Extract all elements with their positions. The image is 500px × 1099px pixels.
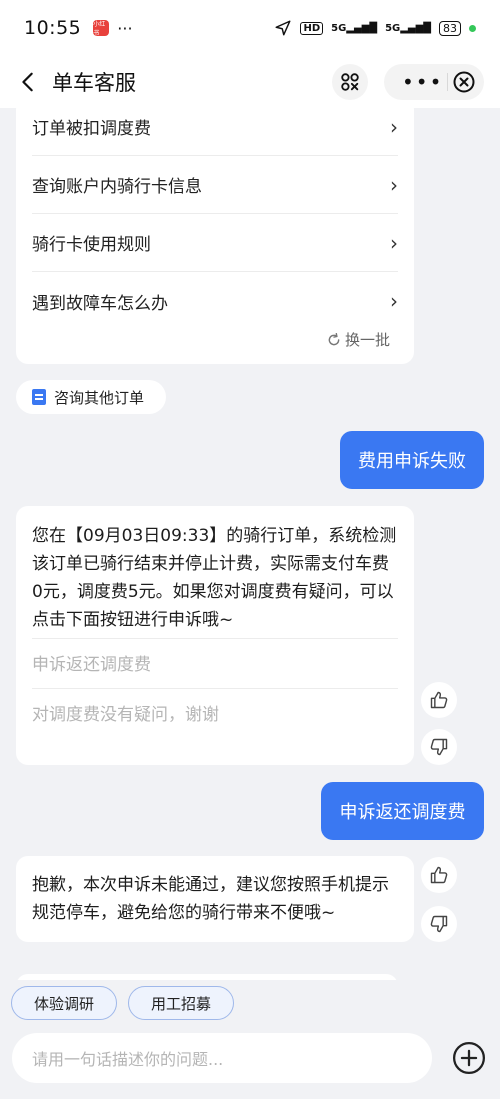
input-bar: 请用一句话描述你的问题... — [0, 1028, 500, 1099]
status-icons: HD 5G▂▄▆█ 5G▂▄▆█ 83 — [274, 19, 476, 37]
dislike-button[interactable] — [421, 729, 457, 765]
quick-reply-chip[interactable]: 用工招募 — [128, 986, 234, 1020]
page-title: 单车客服 — [52, 71, 136, 95]
faq-item[interactable]: 遇到故障车怎么办 › — [32, 272, 398, 330]
user-message: 申诉返还调度费 — [321, 782, 484, 840]
faq-item-label: 订单被扣调度费 — [32, 119, 151, 139]
user-message-text: 费用申诉失败 — [358, 451, 466, 472]
header-bar: 单车客服 ••• — [0, 56, 500, 108]
other-order-label: 咨询其他订单 — [54, 388, 145, 407]
back-button[interactable] — [4, 58, 52, 106]
faq-item-label: 遇到故障车怎么办 — [32, 293, 168, 314]
scan-icon — [341, 73, 359, 91]
refresh-icon — [328, 332, 340, 345]
option-label: 对调度费没有疑问，谢谢 — [32, 705, 219, 725]
scan-button[interactable] — [332, 64, 368, 100]
faq-item[interactable]: 骑行卡使用规则 › — [32, 214, 398, 272]
notification-dots: ··· — [117, 18, 133, 38]
close-icon[interactable] — [452, 70, 476, 94]
bot-message-text: 您在【09月03日09:33】的骑行订单，系统检测该订单已骑行结束并停止计费，实… — [32, 526, 397, 630]
refresh-button[interactable]: 换一批 — [327, 329, 390, 350]
status-time: 10:55 — [24, 17, 82, 39]
app-badge-icon: 小红书 — [93, 20, 110, 37]
chip-label: 体验调研 — [33, 994, 94, 1013]
bot-message-card: 抱歉，本次申诉未能通过，建议您按照手机提示规范停车，避免给您的骑行带来不便哦~ — [16, 856, 414, 942]
chevron-right-icon: › — [390, 172, 398, 197]
faq-item-label: 查询账户内骑行卡信息 — [32, 177, 202, 197]
quick-reply-bar: 体验调研 用工招募 — [0, 980, 500, 1028]
appeal-option-button[interactable]: 申诉返还调度费 — [32, 638, 398, 686]
plus-circle-icon — [452, 1041, 486, 1075]
chevron-right-icon: › — [390, 114, 398, 139]
like-button[interactable] — [421, 682, 457, 718]
other-order-button[interactable]: 咨询其他订单 — [16, 380, 166, 414]
bot-message-text: 抱歉，本次申诉未能通过，建议您按照手机提示规范停车，避免给您的骑行带来不便哦~ — [32, 875, 389, 923]
dislike-button[interactable] — [421, 906, 457, 942]
chip-label: 用工招募 — [150, 994, 211, 1013]
location-icon — [275, 20, 291, 36]
document-icon — [32, 389, 46, 405]
like-button[interactable] — [421, 857, 457, 893]
message-input[interactable]: 请用一句话描述你的问题... — [12, 1033, 432, 1083]
thumbs-down-icon — [430, 915, 448, 933]
more-options-button[interactable]: ••• — [402, 72, 443, 92]
bot-message-card: 您在【09月03日09:33】的骑行订单，系统检测该订单已骑行结束并停止计费，实… — [16, 506, 414, 765]
header-actions: ••• — [332, 64, 484, 100]
faq-item[interactable]: 查询账户内骑行卡信息 › — [32, 156, 398, 214]
thumbs-down-icon — [430, 738, 448, 756]
faq-item[interactable]: 订单被扣调度费 › — [32, 108, 398, 156]
chevron-right-icon: › — [390, 289, 398, 313]
refresh-label: 换一批 — [344, 331, 390, 349]
mini-program-capsule: ••• — [384, 64, 484, 100]
thumbs-up-icon — [430, 691, 448, 709]
signal-icon-2: 5G▂▄▆█ — [385, 22, 431, 34]
no-question-option-button[interactable]: 对调度费没有疑问，谢谢 — [32, 688, 398, 736]
capsule-divider — [447, 73, 449, 91]
input-placeholder: 请用一句话描述你的问题... — [32, 1050, 224, 1069]
thumbs-up-icon — [430, 866, 448, 884]
battery-icon: 83 — [439, 20, 461, 36]
signal-icon-1: 5G▂▄▆█ — [331, 22, 378, 34]
faq-item-label: 骑行卡使用规则 — [32, 235, 151, 255]
faq-card: 订单被扣调度费 › 查询账户内骑行卡信息 › 骑行卡使用规则 › 遇到故障车怎么… — [16, 108, 414, 364]
chevron-left-icon — [22, 72, 33, 92]
user-message-text: 申诉返还调度费 — [339, 802, 466, 823]
option-label: 申诉返还调度费 — [32, 655, 151, 675]
chevron-right-icon: › — [390, 230, 398, 255]
hd-icon: HD — [300, 21, 324, 35]
status-bar: 10:55 小红书 ··· HD 5G▂▄▆█ 5G▂▄▆█ 83 — [0, 0, 500, 56]
add-button[interactable] — [449, 1038, 489, 1078]
chat-area[interactable]: 订单被扣调度费 › 查询账户内骑行卡信息 › 骑行卡使用规则 › 遇到故障车怎么… — [0, 108, 500, 980]
privacy-indicator-icon — [469, 24, 476, 32]
user-message: 费用申诉失败 — [340, 431, 484, 489]
quick-reply-chip[interactable]: 体验调研 — [11, 986, 117, 1020]
